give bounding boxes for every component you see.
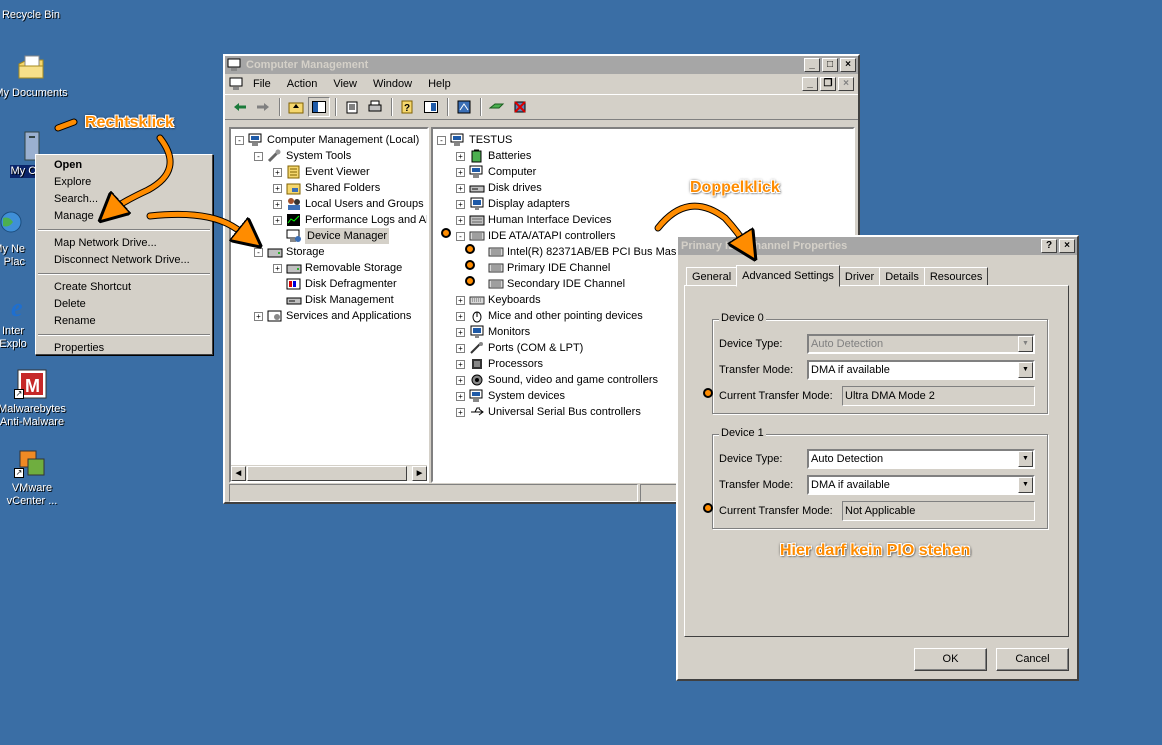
annotation-doppelklick: Doppelklick: [690, 179, 780, 196]
annotation-rechtsklick: Rechtsklick: [85, 114, 174, 131]
annotation-marker: [465, 260, 475, 270]
annotation-arrows: [54, 118, 1162, 745]
annotation-marker: [703, 503, 713, 513]
annotation-note: Hier darf kein PIO stehen: [780, 542, 971, 559]
annotation-marker: [465, 244, 475, 254]
tab-advanced-settings[interactable]: Advanced Settings: [736, 265, 840, 287]
annotation-marker: [441, 228, 451, 238]
annotation-marker: [703, 388, 713, 398]
annotation-marker: [465, 276, 475, 286]
